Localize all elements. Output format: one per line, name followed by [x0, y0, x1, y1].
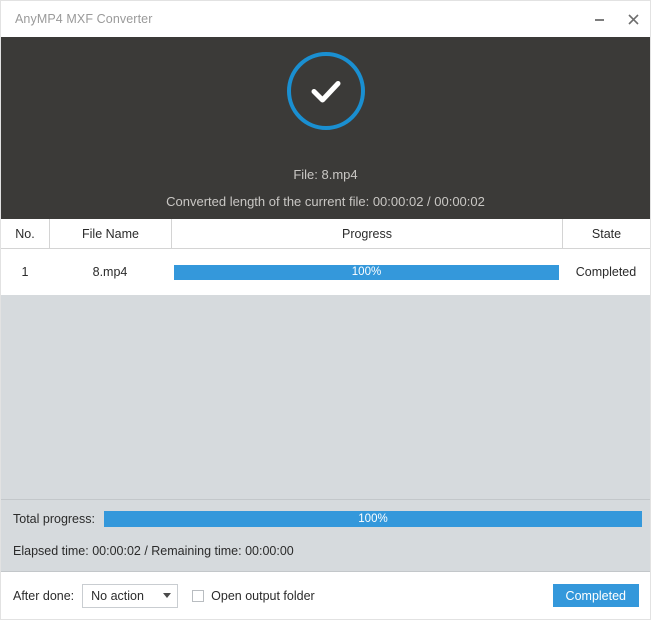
open-output-folder-checkbox[interactable]: Open output folder: [192, 589, 315, 603]
column-header-file-name[interactable]: File Name: [49, 219, 171, 248]
open-output-folder-label: Open output folder: [211, 589, 315, 603]
table-row[interactable]: 1 8.mp4 100% Completed: [1, 249, 650, 295]
after-done-select[interactable]: No action: [82, 584, 178, 608]
completed-button[interactable]: Completed: [553, 584, 639, 607]
title-bar: AnyMP4 MXF Converter: [1, 1, 650, 37]
row-progress-label: 100%: [174, 265, 559, 280]
current-file-label: File: 8.mp4: [293, 167, 357, 182]
close-icon: [626, 12, 641, 27]
file-list-empty-area[interactable]: [1, 295, 650, 499]
window-title: AnyMP4 MXF Converter: [15, 12, 582, 26]
cell-no: 1: [1, 249, 49, 295]
status-panel: File: 8.mp4 Converted length of the curr…: [1, 37, 650, 219]
checkbox-box-icon: [192, 590, 204, 602]
window-controls: [582, 1, 650, 37]
check-circle-icon: [287, 52, 365, 130]
file-list[interactable]: 1 8.mp4 100% Completed: [1, 249, 650, 499]
cell-state: Completed: [562, 249, 650, 295]
column-header-state[interactable]: State: [562, 219, 650, 248]
minimize-icon: [593, 13, 606, 26]
close-button[interactable]: [616, 1, 650, 37]
cell-progress: 100%: [171, 249, 562, 295]
column-header-progress[interactable]: Progress: [171, 219, 562, 248]
total-progress-percent: 100%: [104, 511, 642, 527]
elapsed-time-label: Elapsed time: 00:00:02 / Remaining time:…: [13, 544, 642, 558]
cell-file-name: 8.mp4: [49, 249, 171, 295]
bottom-bar: After done: No action Open output folder…: [1, 571, 650, 619]
column-header-no[interactable]: No.: [1, 219, 49, 248]
row-progress-bar: 100%: [174, 265, 559, 280]
total-progress-label: Total progress:: [13, 512, 95, 526]
checkmark-icon: [303, 68, 349, 114]
after-done-label: After done:: [13, 589, 74, 603]
app-window: AnyMP4 MXF Converter File: 8.mp4 Convert…: [0, 0, 651, 620]
total-progress-bar: 100%: [104, 511, 642, 527]
converted-length-label: Converted length of the current file: 00…: [166, 194, 485, 209]
total-progress-row: Total progress: 100%: [13, 511, 642, 527]
chevron-down-icon: [163, 593, 171, 598]
after-done-value: No action: [91, 589, 163, 603]
file-table-header: No. File Name Progress State: [1, 219, 650, 249]
total-progress-section: Total progress: 100% Elapsed time: 00:00…: [1, 499, 650, 571]
minimize-button[interactable]: [582, 1, 616, 37]
